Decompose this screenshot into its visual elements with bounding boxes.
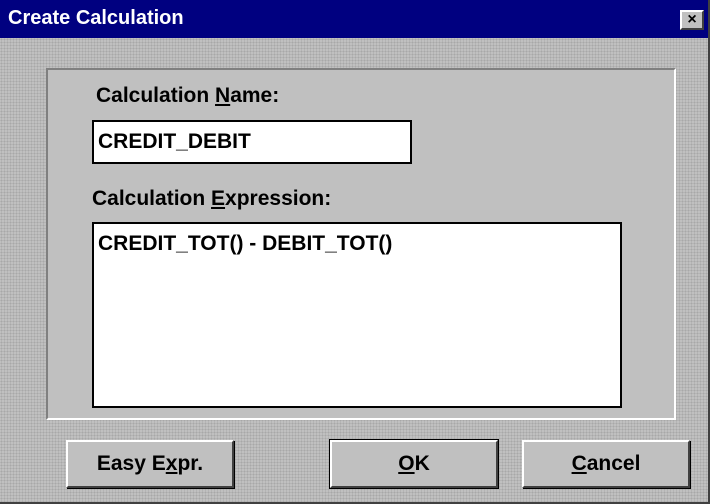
calculation-expression-label: Calculation Expression: xyxy=(92,187,332,210)
calculation-name-input[interactable]: CREDIT_DEBIT xyxy=(92,120,412,164)
close-icon: × xyxy=(687,11,697,28)
calculation-expression-textarea[interactable]: CREDIT_TOT() - DEBIT_TOT() xyxy=(92,222,622,408)
cancel-button[interactable]: Cancel xyxy=(522,440,690,488)
title-bar: Create Calculation × xyxy=(0,0,708,38)
easy-expr-button[interactable]: Easy Ex pr. xyxy=(66,440,234,488)
close-button[interactable]: × xyxy=(680,10,704,30)
create-calculation-dialog: Create Calculation × Calculation Name: C… xyxy=(0,0,710,504)
ok-button[interactable]: OK xyxy=(329,439,499,489)
calculation-name-label: Calculation Name: xyxy=(96,84,280,107)
window-title: Create Calculation xyxy=(8,7,184,29)
